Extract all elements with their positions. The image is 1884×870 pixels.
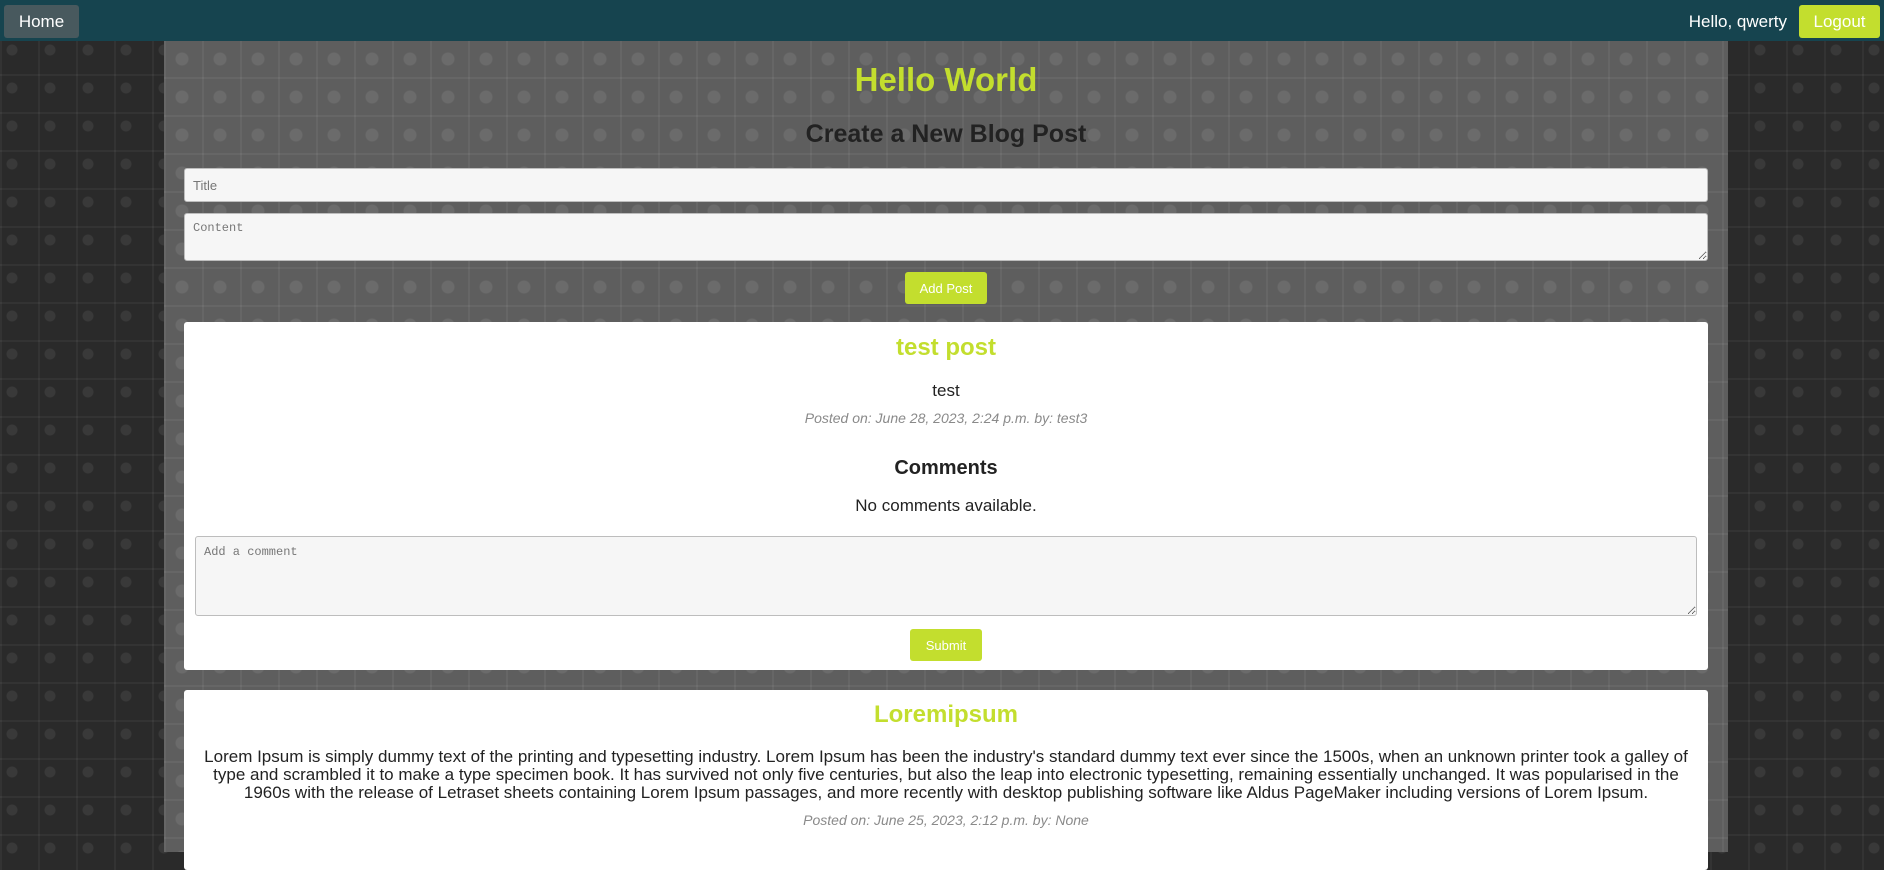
post-title: Loremipsum [873,701,1019,728]
comments-heading: Comments [894,457,998,479]
top-navbar: Home Hello, qwerty Logout [0,0,1884,41]
blog-post-card: Loremipsum Lorem Ipsum is simply dummy t… [184,690,1708,870]
post-title-input[interactable] [184,168,1708,202]
add-post-button[interactable]: Add Post [905,272,987,304]
post-content: Lorem Ipsum is simply dummy text of the … [204,747,1688,802]
logout-button[interactable]: Logout [1799,5,1880,38]
new-post-heading: Create a New Blog Post [805,120,1087,148]
no-comments-message: No comments available. [855,496,1037,515]
user-greeting: Hello, qwerty [1688,12,1787,31]
blog-post-card: test post test Posted on: June 28, 2023,… [184,322,1708,670]
comment-input[interactable] [195,536,1697,616]
site-title: Hello World [854,61,1038,98]
post-content-input[interactable] [184,213,1708,261]
post-meta: Posted on: June 25, 2023, 2:12 p.m. by: … [803,812,1089,828]
post-content: test [932,381,960,400]
submit-comment-button[interactable]: Submit [910,629,982,661]
home-button[interactable]: Home [4,5,79,38]
post-title: test post [895,334,996,361]
post-meta: Posted on: June 28, 2023, 2:24 p.m. by: … [804,410,1088,426]
main-content: Hello World Create a New Blog Post Add P… [164,41,1728,870]
